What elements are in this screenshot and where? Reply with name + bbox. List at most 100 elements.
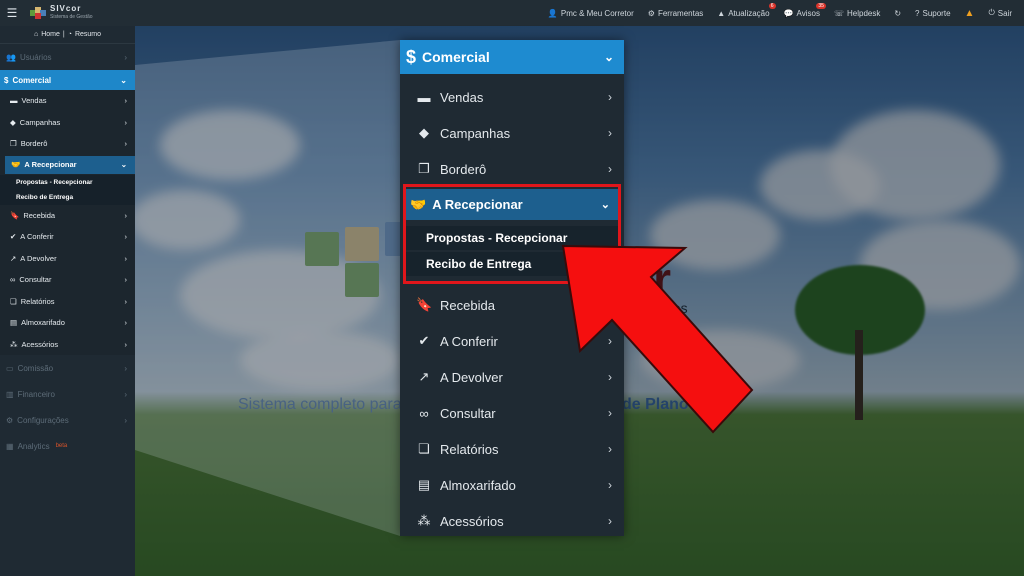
zoom-consultar-label: Consultar — [440, 405, 496, 421]
chevron-right-icon: › — [124, 389, 127, 399]
atualizacao-link[interactable]: ▲ Atualização 6 — [717, 2, 776, 18]
check-circle-icon: ✔ — [418, 333, 430, 348]
sidebar-item-almoxarifado[interactable]: ▤ Almoxarifado › — [0, 312, 135, 334]
zoom-item-bordero[interactable]: ❐ Borderô › — [400, 151, 624, 187]
sidebar-leaf-propostas-recepcionar[interactable]: Propostas - Recepcionar — [0, 174, 135, 190]
chevron-right-icon: › — [124, 253, 128, 263]
zoom-vendas-label: Vendas — [440, 89, 484, 105]
dollar-icon: $ — [4, 75, 9, 85]
corretor-link[interactable]: 👤 Pmc & Meu Corretor — [548, 9, 634, 18]
logo-title: SIVcor — [50, 4, 82, 13]
comissao-label: Comissão — [17, 363, 54, 373]
clone-icon: ❏ — [10, 296, 17, 306]
tags-icon: ◆ — [419, 125, 429, 140]
zoom-item-campanhas[interactable]: ◆ Campanhas › — [400, 115, 624, 151]
sidebar-item-acessorios[interactable]: ⁂ Acessórios › — [0, 334, 135, 356]
sidebar-item-vendas[interactable]: ▬ Vendas › — [0, 90, 135, 112]
chevron-right-icon: › — [124, 96, 128, 106]
bookmark-icon: 🔖 — [10, 210, 20, 220]
chevron-right-icon: › — [608, 370, 612, 384]
ferramentas-link[interactable]: ⚙ Ferramentas — [648, 9, 704, 18]
sidebar-item-comissao[interactable]: ▭ Comissão › — [0, 355, 135, 381]
zoom-item-acessorios[interactable]: ⁂ Acessórios › — [400, 503, 624, 539]
zoomed-menu-panel: $ Comercial ⌄ ▬ Vendas › ◆ Campanhas › ❐… — [400, 40, 624, 536]
hamburger-menu-icon[interactable]: ☰ — [0, 6, 24, 20]
sidebar-item-consultar[interactable]: ∞ Consultar › — [0, 269, 135, 291]
financeiro-label: Financeiro — [17, 389, 55, 399]
refresh-button[interactable]: ↻ — [894, 9, 901, 18]
a-conferir-label: A Conferir — [20, 232, 54, 242]
chevron-right-icon: › — [124, 117, 128, 127]
relatorios-label: Relatórios — [20, 296, 55, 306]
sidebar-item-usuarios[interactable]: 👥 Usuários › — [0, 44, 135, 70]
chevron-right-icon: › — [608, 406, 612, 420]
sidebar-item-a-conferir[interactable]: ✔ A Conferir › — [0, 226, 135, 248]
sidebar-home-row: ⌂ Home | ◔ Resumo — [0, 26, 135, 44]
chevron-right-icon: › — [124, 339, 128, 349]
ferramentas-label: Ferramentas — [657, 8, 704, 18]
zoom-item-vendas[interactable]: ▬ Vendas › — [400, 79, 624, 115]
chevron-right-icon: › — [608, 162, 612, 176]
money-icon: ▭ — [6, 363, 14, 373]
briefcase-icon: ▬ — [10, 96, 18, 106]
user-icon: 👤 — [547, 8, 558, 18]
chevron-right-icon: › — [124, 415, 127, 425]
top-navbar: ☰ SIVcor Sistema de Gestão 👤 Pmc & Meu C… — [0, 0, 1024, 26]
zoom-a-devolver-label: A Devolver — [440, 369, 503, 385]
zoom-bordero-label: Borderô — [440, 161, 487, 177]
resumo-link[interactable]: Resumo — [75, 31, 101, 38]
zoom-item-almoxarifado[interactable]: ▤ Almoxarifado › — [400, 467, 624, 503]
zoom-campanhas-label: Campanhas — [440, 125, 511, 141]
zoom-a-conferir-label: A Conferir — [440, 333, 498, 349]
chevron-down-icon: ⌄ — [120, 160, 127, 169]
bookmark-icon: 🔖 — [416, 297, 433, 312]
avisos-link[interactable]: 💬 Avisos 35 — [783, 2, 826, 18]
zoom-item-relatorios[interactable]: ❏ Relatórios › — [400, 431, 624, 467]
sidebar-item-financeiro[interactable]: ▥ Financeiro › — [0, 381, 135, 407]
zoom-item-recebida[interactable]: 🔖 Recebida — [400, 287, 624, 323]
left-sidebar: ⌂ Home | ◔ Resumo 👥 Usuários › $ Comerci… — [0, 26, 135, 576]
a-devolver-label: A Devolver — [20, 253, 57, 263]
chat-icon: 💬 — [783, 8, 794, 18]
alert-button[interactable]: ▲ — [965, 8, 975, 19]
users-icon: 👥 — [6, 52, 16, 62]
sidebar-item-recebida[interactable]: 🔖 Recebida › — [0, 205, 135, 227]
sidebar-leaf-recibo-entrega[interactable]: Recibo de Entrega — [0, 189, 135, 205]
sidebar-item-campanhas[interactable]: ◆ Campanhas › — [0, 112, 135, 134]
zoom-item-a-conferir[interactable]: ✔ A Conferir › — [400, 323, 624, 359]
sidebar-item-a-recepcionar[interactable]: 🤝 A Recepcionar ⌄ — [5, 155, 135, 174]
handshake-icon: 🤝 — [11, 160, 21, 169]
acessorios-label: Acessórios — [21, 339, 59, 349]
chevron-right-icon: › — [124, 296, 128, 306]
sidebar-item-analytics[interactable]: ▦ Analytics beta — [0, 433, 135, 459]
vendas-label: Vendas — [21, 96, 47, 106]
analytics-label: Analytics — [17, 441, 50, 451]
suporte-label: Suporte — [922, 8, 951, 18]
share-square-icon: ↗ — [418, 369, 430, 384]
helpdesk-link[interactable]: ☏ Helpdesk — [834, 9, 880, 18]
avisos-badge: 35 — [816, 2, 826, 9]
sidebar-item-relatorios[interactable]: ❏ Relatórios › — [0, 291, 135, 313]
usuarios-label: Usuários — [19, 52, 52, 62]
bank-icon: ▥ — [6, 389, 14, 399]
question-icon: ? — [915, 8, 920, 18]
app-logo[interactable]: SIVcor Sistema de Gestão — [30, 5, 150, 21]
sidebar-item-comercial[interactable]: $ Comercial ⌄ — [0, 70, 135, 90]
a-recepcionar-label: A Recepcionar — [24, 160, 77, 169]
archive-icon: ▤ — [417, 477, 431, 492]
home-link[interactable]: Home — [41, 31, 60, 38]
logo-mark-icon — [30, 7, 46, 19]
chevron-right-icon: › — [608, 514, 612, 528]
suporte-link[interactable]: ? Suporte — [915, 9, 950, 18]
zoom-comercial-header[interactable]: $ Comercial ⌄ — [400, 40, 624, 74]
gears-icon: ⚙ — [647, 8, 655, 18]
zoom-item-consultar[interactable]: ∞ Consultar › — [400, 395, 624, 431]
zoom-item-a-devolver[interactable]: ↗ A Devolver › — [400, 359, 624, 395]
logout-link[interactable]: ⏻ Sair — [988, 8, 1012, 18]
chevron-right-icon: › — [608, 90, 612, 104]
sidebar-item-bordero[interactable]: ❐ Borderô › — [0, 133, 135, 155]
home-icon: ⌂ — [33, 31, 39, 38]
sidebar-item-configuracoes[interactable]: ⚙ Configurações › — [0, 407, 135, 433]
sidebar-item-a-devolver[interactable]: ↗ A Devolver › — [0, 248, 135, 270]
chevron-right-icon: › — [124, 210, 128, 220]
